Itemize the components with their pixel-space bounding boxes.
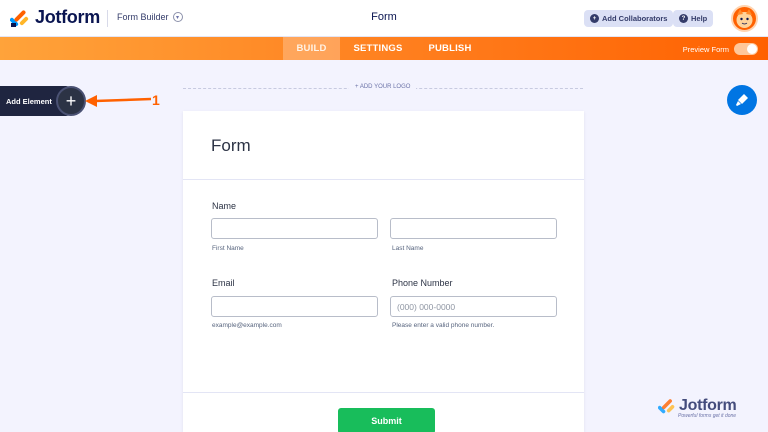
brand-name: Jotform	[35, 7, 100, 27]
preview-form-toggle[interactable]: Preview Form	[683, 43, 758, 55]
add-logo-link[interactable]: + ADD YOUR LOGO	[349, 84, 417, 90]
jotform-logo-icon	[10, 9, 29, 27]
paint-brush-icon	[736, 94, 748, 106]
phone-sublabel: Please enter a valid phone number.	[392, 322, 495, 329]
phone-input[interactable]: (000) 000-0000	[390, 296, 557, 317]
builder-selector-label: Form Builder	[117, 12, 169, 22]
name-label[interactable]: Name	[212, 201, 236, 211]
help-button[interactable]: ? Help	[673, 10, 714, 27]
tab-settings[interactable]: SETTINGS	[343, 37, 413, 60]
top-bar: Jotform Form Builder ▾ Form + Add Collab…	[0, 0, 768, 37]
form-footer-divider	[183, 392, 584, 393]
avatar-face-icon	[736, 9, 753, 28]
jotform-watermark-icon	[658, 399, 675, 414]
form-header[interactable]: Form	[183, 111, 584, 180]
form-designer-button[interactable]	[727, 85, 757, 115]
phone-placeholder: (000) 000-0000	[397, 301, 456, 312]
avatar[interactable]	[731, 5, 758, 32]
phone-label[interactable]: Phone Number	[392, 278, 453, 288]
add-collaborators-button[interactable]: + Add Collaborators	[584, 10, 674, 27]
form-title[interactable]: Form	[211, 136, 251, 156]
last-name-sublabel: Last Name	[392, 245, 424, 252]
toggle-switch[interactable]	[734, 43, 758, 55]
add-collaborators-label: Add Collaborators	[602, 14, 668, 23]
form-card: Form Name First Name Last Name Email exa…	[183, 111, 584, 432]
chevron-down-icon: ▾	[172, 12, 183, 22]
watermark-brand: Jotform	[679, 397, 737, 414]
builder-nav: BUILD SETTINGS PUBLISH Preview Form	[0, 37, 768, 60]
preview-form-label: Preview Form	[682, 44, 729, 54]
tab-publish[interactable]: PUBLISH	[418, 37, 482, 60]
last-name-input[interactable]	[390, 218, 557, 239]
annotation-arrow-icon	[85, 95, 151, 107]
help-label: Help	[691, 14, 708, 23]
add-element-button[interactable]: +	[56, 86, 86, 116]
help-icon: ?	[679, 14, 688, 23]
add-element-label: Add Element	[6, 96, 52, 106]
jotform-watermark: Jotform Powerful forms get it done	[658, 397, 737, 419]
first-name-input[interactable]	[211, 218, 378, 239]
plus-icon: +	[65, 90, 77, 111]
submit-button[interactable]: Submit	[338, 408, 435, 432]
add-user-icon: +	[590, 14, 599, 23]
first-name-sublabel: First Name	[212, 245, 244, 252]
annotation-number: 1	[152, 92, 160, 108]
email-field[interactable]	[211, 296, 378, 317]
form-builder-selector[interactable]: Form Builder ▾	[117, 12, 183, 22]
tab-build[interactable]: BUILD	[283, 37, 340, 60]
email-sublabel: example@example.com	[212, 322, 282, 329]
email-label[interactable]: Email	[212, 278, 235, 288]
header-divider	[107, 10, 108, 27]
jotform-logo[interactable]: Jotform	[10, 7, 100, 28]
